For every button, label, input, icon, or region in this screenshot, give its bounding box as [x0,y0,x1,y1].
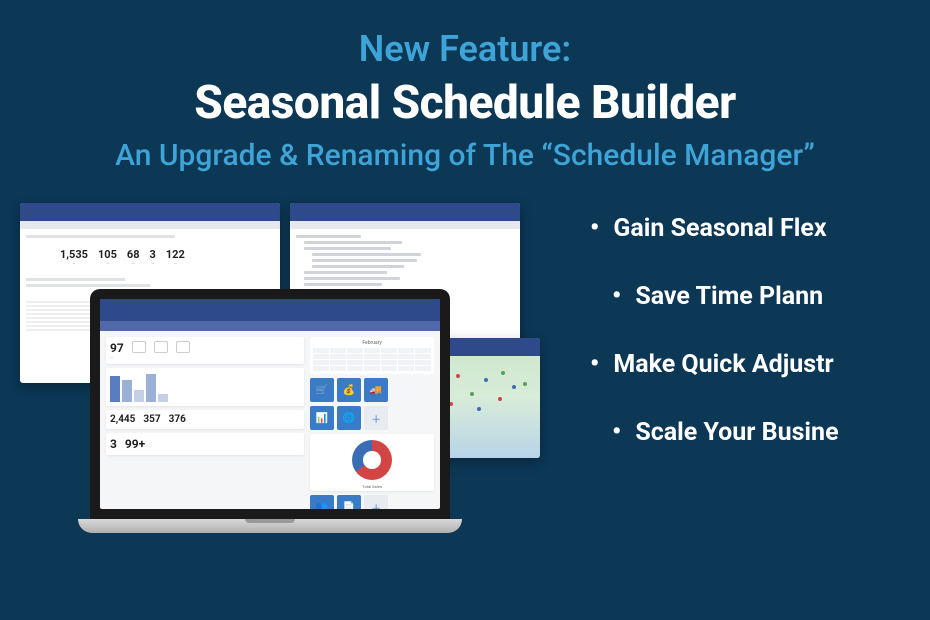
dashboard-header [100,299,440,321]
donut-chart [352,440,392,480]
main-title: Seasonal Schedule Builder [0,76,930,130]
bullet-item: Scale Your Busine [590,417,910,447]
dash-stat: 2,445 [110,414,135,425]
bullet-item: Gain Seasonal Flex [590,213,910,243]
tile-icon: 🛒 [310,378,334,402]
stat-value: 1,535 [60,248,88,261]
stat-value: 68 [127,248,140,261]
mockup-laptop: 97— [90,289,450,533]
feature-bullets: Gain Seasonal Flex Save Time Plann Make … [540,203,910,533]
dash-stat: 376 [169,414,186,425]
tile-icon: 👥 [310,495,334,509]
tile-icon: ＋ [364,495,388,509]
dash-stat: 99+ [125,437,145,451]
product-mockup: 1,535— 105— 68— 3— 122— [20,203,540,533]
stat-value: 122 [166,248,185,261]
bullet-item: Make Quick Adjustr [590,349,910,379]
tile-icon: 🚚 [364,378,388,402]
tile-icon: 🌐 [337,406,361,430]
dash-stat: 97 [110,341,124,355]
mini-calendar: February [310,337,434,374]
tile-icon: 💰 [337,378,361,402]
bullet-item: Save Time Plann [590,281,910,311]
tile-icon: ＋ [364,406,388,430]
tile-icon: 📊 [310,406,334,430]
stat-value: 3 [150,248,156,261]
dash-stat: 357 [143,414,160,425]
stat-value: 105 [98,248,117,261]
subtitle-text: An Upgrade & Renaming of The “Schedule M… [0,138,930,173]
dash-stat: 3 [110,437,117,451]
tile-icon: 📄 [337,495,361,509]
kicker-text: New Feature: [0,28,930,70]
